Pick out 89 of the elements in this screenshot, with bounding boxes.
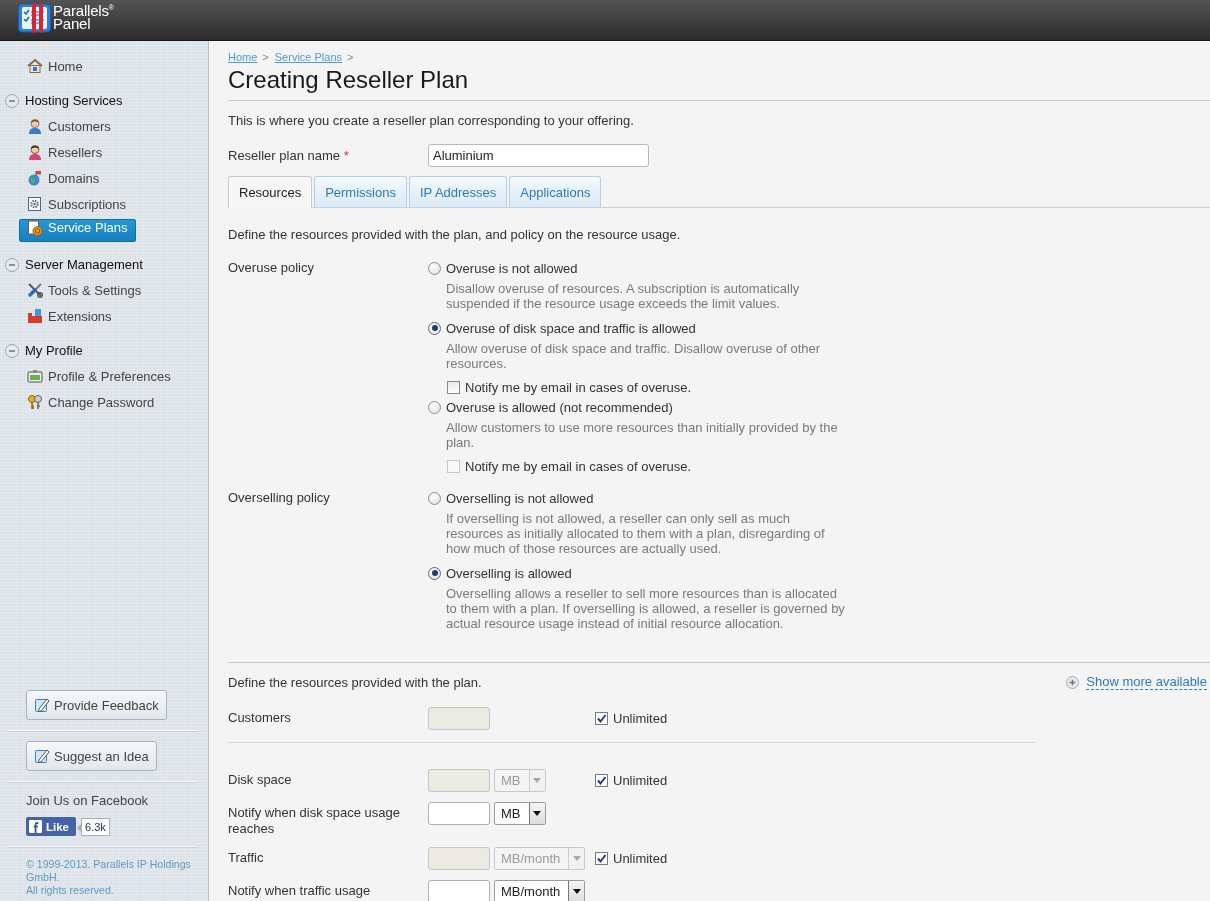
sidebar-item[interactable]: Resellers [19,140,112,164]
feedback-button[interactable]: Provide Feedback [26,690,167,720]
id-card-icon [27,368,43,384]
option-description: Overselling allows a reseller to sell more resources than is allocated to them with a plan. If overselling is allowed, a reseller is governed by actual resource usage instead of initial resource allocation. [446,586,846,631]
required-mark: * [343,148,349,163]
section-toggle[interactable]: My Profile [5,338,83,363]
checkbox[interactable] [595,774,608,787]
sidebar-item[interactable]: Customers [19,114,120,138]
checkbox-label: Notify me by email in cases of overuse. [465,379,692,395]
field-label: Reseller plan name [228,148,340,163]
radio-button[interactable] [428,321,441,335]
radio-label: Overselling is not allowed [446,490,594,506]
sidebar-item[interactable]: Change Password [19,390,164,414]
like-count: 6.3k [76,817,110,836]
sidebar-item[interactable]: Profile & Preferences [19,364,180,388]
checkbox[interactable] [595,712,608,725]
tab[interactable]: Applications [509,176,602,207]
copyright-text: All rights reserved. [26,884,115,897]
house-icon [27,58,43,74]
checkbox-label: Unlimited [613,711,668,726]
blocks-icon [27,308,43,324]
plus-circle-icon [1066,675,1080,689]
facebook-icon [29,820,42,833]
unit-select[interactable]: MB/month [494,880,586,901]
radio-label: Overuse is not allowed [446,260,578,276]
caret-icon [528,770,545,791]
breadcrumb-separator: > [262,50,269,65]
intro-text: This is where you create a reseller plan corresponding to your offering. [228,113,635,129]
option-description: Allow overuse of disk space and traffic. Disallow overuse of other resources. [446,341,822,371]
show-more-link[interactable]: Show more available [1086,674,1207,690]
checkbox-label: Notify me by email in cases of overuse. [465,458,692,474]
tab[interactable]: Permissions [314,176,407,207]
person-icon [27,118,43,134]
radio-label: Overuse is allowed (not recommended) [446,399,673,415]
section-intro: Define the resources provided with the plan. [228,674,482,690]
radio-button[interactable] [428,400,441,414]
field-label: Customers [228,710,291,725]
breadcrumb-separator: > [347,50,354,65]
field-label: Disk space [228,772,292,787]
tab[interactable]: Resources [228,176,313,208]
caret-icon [568,881,585,901]
globe-flag-icon [27,170,43,186]
radio-button[interactable] [428,261,441,275]
sidebar-item[interactable]: Tools & Settings [19,278,151,302]
checkbox-label: Unlimited [613,773,668,788]
radio-button[interactable] [428,566,441,580]
section-toggle[interactable]: Server Management [5,252,143,277]
option-description: Disallow overuse of resources. A subscription is automatically suspended if the resource usage exceeds the limit values. [446,281,801,311]
section-toggle[interactable]: Hosting Services [5,88,123,113]
field-label: Traffic [228,850,264,865]
section-intro: Define the resources provided with the plan, and policy on the resource usage. [228,227,682,243]
number-field[interactable] [428,880,490,901]
checkbox-label: Unlimited [613,851,668,866]
caret-icon [568,848,585,869]
policy-label: Overuse policy [228,260,314,275]
caret-icon [528,803,545,824]
sidebar-item[interactable]: Domains [19,166,109,190]
number-field[interactable] [428,802,490,825]
tab[interactable]: IP Addresses [408,176,508,207]
sidebar-item[interactable]: Home [19,54,92,78]
gear-document-icon [27,196,43,212]
logo-text: Parallels$^{®}$ Panel [53,3,114,30]
plan-name-field[interactable]: Aluminium [428,144,649,167]
field-label: Notify when disk space usage reaches [228,805,400,836]
keys-icon [27,394,43,410]
radio-button[interactable] [428,491,441,505]
radio-label: Overselling is allowed [446,565,572,581]
option-description: Allow customers to use more resources than initially provided by the plan. [446,420,839,450]
radio-label: Overuse of disk space and traffic is allowed [446,320,696,336]
facebook-title: Join Us on Facebook [26,793,149,809]
checkbox[interactable] [447,380,460,394]
coin-document-icon [27,219,43,236]
logo-icon [18,3,52,33]
pencil-note-icon [34,748,50,764]
sidebar-item[interactable]: Extensions [19,304,121,328]
field-label: Notify when traffic usage [228,883,371,898]
person-icon [27,144,43,160]
pencil-note-icon [34,697,50,713]
policy-label: Overselling policy [228,490,330,505]
sidebar-item[interactable]: Service Plans [19,218,137,242]
option-description: If overselling is not allowed, a reseller can only sell as much resources as initially allocated to them with a plan, disregarding of how much of those resources are actually used. [446,511,826,556]
feedback-button[interactable]: Suggest an Idea [26,741,157,771]
page-title: Creating Reseller Plan [228,66,470,94]
wrench-screwdriver-icon [27,282,43,298]
sidebar-item[interactable]: Subscriptions [19,192,136,216]
like-button[interactable]: Like [26,817,76,836]
checkbox[interactable] [595,852,608,865]
unit-select[interactable]: MB [494,802,546,825]
copyright-text: © 1999-2013. Parallels IP Holdings GmbH. [26,858,192,884]
